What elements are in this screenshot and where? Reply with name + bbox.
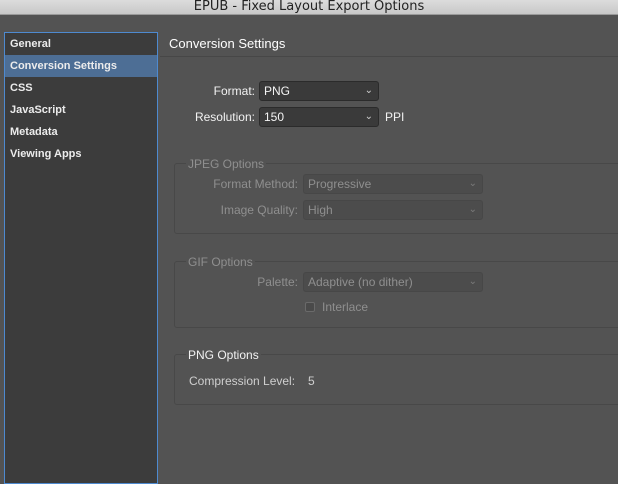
window-title: EPUB - Fixed Layout Export Options	[0, 0, 618, 15]
format-method-value: Progressive	[308, 177, 372, 191]
jpeg-options-title: JPEG Options	[186, 157, 267, 171]
format-method-label: Format Method:	[213, 177, 298, 191]
heading-divider	[160, 56, 618, 57]
sidebar-item-conversion-settings[interactable]: Conversion Settings	[5, 55, 157, 77]
gif-options-title: GIF Options	[186, 255, 255, 269]
sidebar-item-css[interactable]: CSS	[5, 77, 157, 99]
chevron-down-icon: ⌄	[364, 111, 373, 122]
sidebar-item-metadata[interactable]: Metadata	[5, 121, 157, 143]
palette-label: Palette:	[257, 275, 298, 289]
sidebar-item-general[interactable]: General	[5, 33, 157, 55]
format-method-select[interactable]: Progressive ⌄	[303, 174, 483, 194]
sidebar-item-javascript[interactable]: JavaScript	[5, 99, 157, 121]
chevron-down-icon: ⌄	[468, 178, 477, 189]
section-heading: Conversion Settings	[169, 36, 286, 51]
compression-level-label: Compression Level:	[189, 374, 296, 388]
category-sidebar: General Conversion Settings CSS JavaScri…	[4, 32, 158, 484]
resolution-label: Resolution:	[194, 110, 255, 124]
palette-select[interactable]: Adaptive (no dither) ⌄	[303, 272, 483, 292]
png-options-title: PNG Options	[186, 348, 261, 362]
interlace-checkbox[interactable]	[305, 302, 315, 312]
palette-value: Adaptive (no dither)	[308, 275, 413, 289]
resolution-select[interactable]: 150 ⌄	[259, 107, 379, 127]
image-quality-select[interactable]: High ⌄	[303, 200, 483, 220]
resolution-unit: PPI	[385, 110, 405, 124]
interlace-label: Interlace	[322, 300, 369, 314]
sidebar-item-viewing-apps[interactable]: Viewing Apps	[5, 143, 157, 165]
compression-level-value: 5	[308, 374, 315, 388]
format-select[interactable]: PNG ⌄	[259, 81, 379, 101]
image-quality-label: Image Quality:	[220, 203, 298, 217]
chevron-down-icon: ⌄	[364, 85, 373, 96]
chevron-down-icon: ⌄	[468, 276, 477, 287]
chevron-down-icon: ⌄	[468, 204, 477, 215]
format-label: Format:	[213, 84, 255, 98]
image-quality-value: High	[308, 203, 333, 217]
resolution-select-value: 150	[264, 110, 285, 124]
format-select-value: PNG	[264, 84, 291, 98]
